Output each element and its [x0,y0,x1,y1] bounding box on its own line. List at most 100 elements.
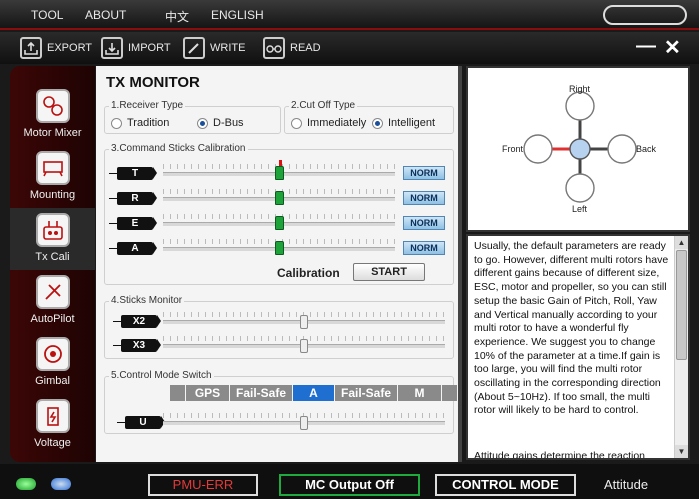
export-button[interactable]: EXPORT [20,36,92,60]
stick-label-a: A [109,242,157,255]
status-bar: PMU-ERR MC Output Off CONTROL MODE Attit… [0,464,699,499]
label-left: Left [572,204,588,214]
control-mode-value: Attitude [604,477,649,492]
autopilot-icon [35,275,70,309]
write-label: WRITE [210,42,246,54]
stick-label-x2: X2 [113,315,161,328]
read-button[interactable]: READ [263,36,321,60]
menu-language-chinese[interactable]: 中文 [165,8,189,25]
control-mode-label: 5.Control Mode Switch [109,370,214,381]
scrollbar-thumb[interactable] [676,250,687,360]
receiver-type-group: 1.Receiver Type Tradition D-Bus [104,100,281,134]
sidebar-item-label: Voltage [34,437,71,449]
help-text-continued: Attitude gains determine the reaction [474,450,646,460]
radio-intelligent-dot [372,117,383,129]
sidebar-item-autopilot[interactable]: AutoPilot [10,270,95,332]
motor-mixer-icon [35,89,70,123]
sidebar-item-motor-mixer[interactable]: Motor Mixer [10,84,95,146]
scroll-down-arrow-icon[interactable]: ▼ [675,445,688,458]
radio-tradition[interactable]: Tradition [111,117,169,129]
sidebar-item-label: Tx Cali [35,251,70,263]
sticks-monitor-label: 4.Sticks Monitor [109,295,185,306]
radio-dbus-label: D-Bus [213,117,244,129]
norm-button-t[interactable]: NORM [403,166,445,180]
glasses-icon [263,37,285,59]
sidebar-item-label: AutoPilot [30,313,75,325]
help-text: Usually, the default parameters are read… [474,240,669,417]
sidebar-item-gimbal[interactable]: Gimbal [10,332,95,394]
orientation-diagram: Right Front Back Left [466,66,690,232]
help-scrollbar[interactable]: ▲ ▼ [674,236,688,458]
control-mode-group: 5.Control Mode Switch GPS Fail-Safe A Fa… [104,370,458,434]
radio-tradition-label: Tradition [127,117,170,129]
help-panel: Usually, the default parameters are read… [466,234,690,460]
radio-intelligent[interactable]: Intelligent [372,117,435,129]
radio-dbus-dot [197,117,208,129]
radio-dbus[interactable]: D-Bus [197,117,244,129]
stick-label-e: E [109,217,157,230]
tx-cali-icon [35,213,70,247]
tx-monitor-panel: TX MONITOR 1.Receiver Type Tradition D-B… [96,66,462,462]
pencil-icon [183,37,205,59]
minimize-button[interactable]: — [636,35,656,58]
sidebar-item-mounting[interactable]: Mounting [10,146,95,208]
stick-thumb-u [300,416,308,430]
voltage-icon [35,399,70,433]
mode-cell-edge [170,385,186,401]
radio-immediately-dot [291,117,302,129]
mode-cell-failsafe-2: Fail-Safe [335,385,398,401]
norm-button-r[interactable]: NORM [403,191,445,205]
mc-output-status: MC Output Off [279,474,420,496]
sidebar-item-label: Gimbal [35,375,70,387]
stick-thumb-x3 [300,339,308,353]
label-front: Front [502,144,524,154]
stick-thumb-a[interactable] [275,241,284,255]
start-button[interactable]: START [353,263,425,281]
control-mode-status: CONTROL MODE [435,474,576,496]
stick-thumb-t[interactable] [275,166,284,180]
stick-thumb-e[interactable] [275,216,284,230]
receiver-type-label: 1.Receiver Type [109,100,186,111]
brand-logo [603,5,687,25]
menu-language-english[interactable]: ENGLISH [211,8,264,22]
gimbal-icon [35,337,70,371]
cutoff-type-group: 2.Cut Off Type Immediately Intelligent [284,100,454,134]
scroll-up-arrow-icon[interactable]: ▲ [675,236,688,249]
radio-intelligent-label: Intelligent [388,117,436,129]
blue-led-indicator [51,478,71,490]
mode-cell-failsafe-1: Fail-Safe [230,385,293,401]
mode-bar: GPS Fail-Safe A Fail-Safe M [170,385,458,401]
import-button[interactable]: IMPORT [101,36,171,60]
cutoff-type-label: 2.Cut Off Type [289,100,358,111]
radio-immediately[interactable]: Immediately [291,117,366,129]
mode-cell-manual: M [398,385,442,401]
export-icon [20,37,42,59]
menu-tool[interactable]: TOOL [31,8,63,22]
stick-label-t: T [109,167,157,180]
sidebar-item-voltage[interactable]: Voltage [10,394,95,456]
write-button[interactable]: WRITE [183,36,245,60]
norm-button-e[interactable]: NORM [403,216,445,230]
stick-label-r: R [109,192,157,205]
stick-label-u: U [117,416,165,429]
import-label: IMPORT [128,42,171,54]
close-button[interactable]: ✕ [664,35,681,60]
sidebar-item-label: Mounting [29,189,76,201]
label-back: Back [636,144,657,154]
read-label: READ [290,42,321,54]
page-title: TX MONITOR [106,74,200,91]
stick-thumb-x2 [300,315,308,329]
norm-button-a[interactable]: NORM [403,241,445,255]
pmu-error-status: PMU-ERR [148,474,258,496]
sidebar-item-tx-cali[interactable]: Tx Cali [10,208,95,270]
stick-thumb-r[interactable] [275,191,284,205]
menu-about[interactable]: ABOUT [85,8,126,22]
sidebar: Motor Mixer Mounting Tx Cali AutoPilot G… [10,66,95,462]
calibration-label: Calibration [277,266,340,280]
import-icon [101,37,123,59]
radio-immediately-label: Immediately [307,117,367,129]
mode-cell-gps: GPS [186,385,230,401]
mode-cell-edge [442,385,458,401]
export-label: EXPORT [47,42,93,54]
sticks-monitor-group: 4.Sticks Monitor X2 X3 [104,295,454,359]
